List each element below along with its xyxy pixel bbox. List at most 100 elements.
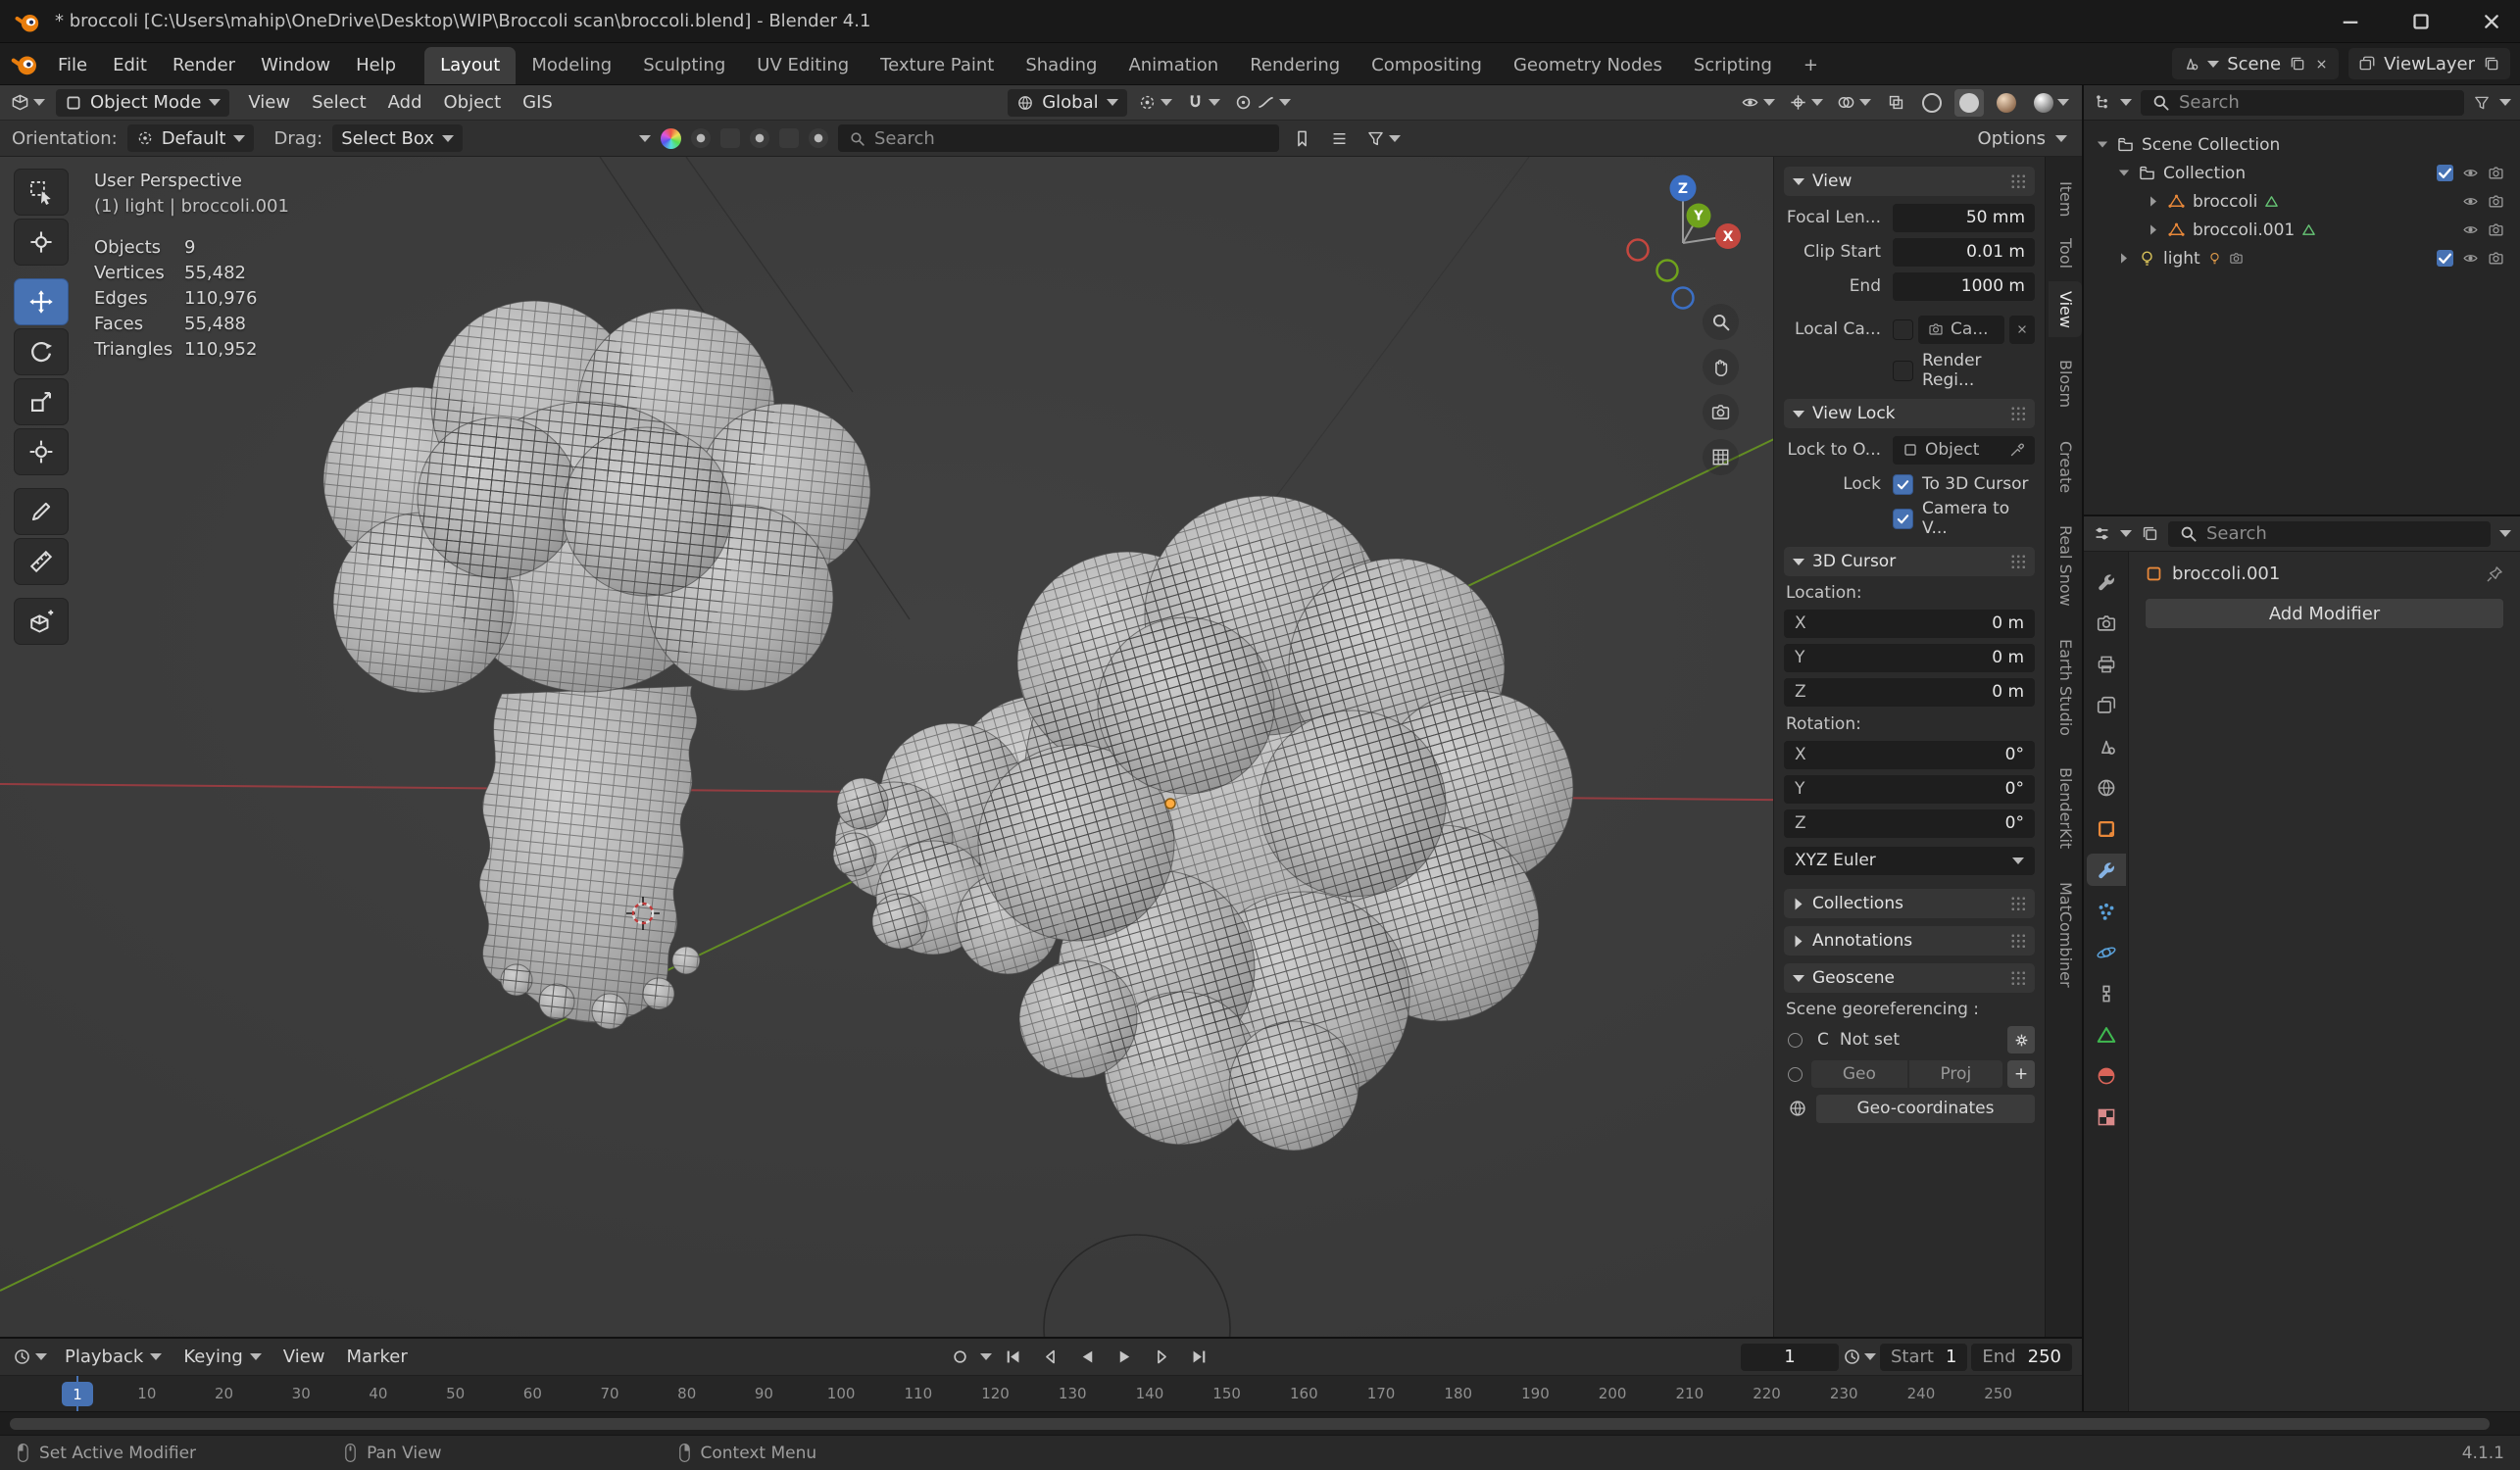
camera-view-button[interactable] [1703,394,1739,430]
add-crs-button[interactable]: + [2007,1060,2035,1088]
outliner-row-broccoli[interactable]: broccoli [2084,187,2514,216]
cursor-section-header[interactable]: 3D Cursor [1784,547,2035,576]
shading-material-button[interactable] [1992,89,2021,117]
shading-solid-button[interactable] [1954,89,1984,117]
asset-search-input[interactable]: Search [838,124,1279,152]
outliner-row-broccoli-001[interactable]: broccoli.001 [2084,216,2514,244]
chevron-down-icon[interactable] [2120,99,2132,106]
shading-preset-3-icon[interactable] [750,128,769,148]
tool-scale[interactable] [14,378,69,425]
timeline-menu-playback[interactable]: Playback [54,1343,173,1371]
cursor-loc-y-field[interactable]: Y0 m [1784,644,2035,672]
zoom-button[interactable] [1703,304,1739,340]
cursor-rot-y-field[interactable]: Y0° [1784,775,2035,804]
auto-keying-button[interactable] [943,1344,976,1371]
menu-file[interactable]: File [45,48,100,82]
euler-mode-dropdown[interactable]: XYZ Euler [1784,847,2035,875]
geoscene-header[interactable]: Geoscene [1784,963,2035,993]
outliner-row-collection[interactable]: Collection [2084,159,2514,187]
timecode-button[interactable] [1843,1344,1876,1371]
tool-rotate[interactable] [14,328,69,375]
properties-editor-icon[interactable] [2093,524,2111,543]
properties-tab-world[interactable] [2087,771,2126,804]
sidebar-tab-blosm[interactable]: Blosm [2049,350,2082,417]
properties-tab-material[interactable] [2087,1059,2126,1092]
crs-radio[interactable] [1788,1033,1803,1048]
workspace-tab-[interactable]: + [1788,47,1834,84]
focal-length-field[interactable]: 50 mm [1893,204,2035,232]
axis-neg-y[interactable] [1657,261,1678,281]
pivot-point-button[interactable] [1135,89,1175,117]
workspace-tab-geometry-nodes[interactable]: Geometry Nodes [1498,47,1678,84]
outliner-search-input[interactable]: Search [2141,90,2464,116]
local-camera-checkbox[interactable] [1893,319,1913,340]
render-visibility-icon[interactable] [2488,193,2504,210]
jump-to-start-button[interactable] [996,1344,1029,1371]
hide-eye-icon[interactable] [2462,165,2479,181]
hide-eye-icon[interactable] [2462,193,2479,210]
horizontal-scrollbar[interactable] [10,1418,2490,1430]
tool-cursor[interactable] [14,219,69,266]
proj-button[interactable]: Proj [1909,1060,2002,1088]
blender-menu-icon[interactable] [10,49,39,78]
properties-tab-particles[interactable] [2087,895,2126,927]
cursor-loc-z-field[interactable]: Z0 m [1784,678,2035,707]
properties-search-input[interactable]: Search [2168,521,2491,547]
workspace-tab-shading[interactable]: Shading [1010,47,1112,84]
workspace-tab-uv-editing[interactable]: UV Editing [741,47,865,84]
viewlayer-selector[interactable]: ViewLayer [2348,48,2510,79]
workspace-tab-compositing[interactable]: Compositing [1356,47,1498,84]
tool-add-cube[interactable] [14,598,69,645]
transform-orientation-dropdown[interactable]: Global [1008,89,1126,117]
lock-3d-cursor-checkbox[interactable] [1893,474,1913,495]
properties-tab-texture[interactable] [2087,1101,2126,1133]
chevron-down-icon[interactable] [2499,99,2511,106]
end-frame-field[interactable]: End250 [1971,1344,2072,1371]
workspace-tab-rendering[interactable]: Rendering [1234,47,1356,84]
show-gizmo-button[interactable] [1786,89,1826,117]
navigation-gizmo[interactable]: Z Y X [1615,167,1753,314]
annotations-header[interactable]: Annotations [1784,926,2035,956]
exclude-checkbox[interactable] [2437,250,2453,267]
tool-move[interactable] [14,278,69,325]
sidebar-tab-item[interactable]: Item [2049,172,2082,226]
current-frame-field[interactable]: 1 [1741,1344,1839,1371]
properties-tab-object-data[interactable] [2087,1018,2126,1051]
render-visibility-icon[interactable] [2488,250,2504,267]
asset-chevron-icon[interactable] [639,135,651,142]
menu-render[interactable]: Render [160,48,248,82]
filter-button[interactable] [1363,124,1404,152]
sidebar-tab-matcombiner[interactable]: MatCombiner [2049,872,2082,998]
view-lock-header[interactable]: View Lock [1784,399,2035,428]
mode-dropdown[interactable]: Object Mode [56,89,229,117]
axis-neg-z[interactable] [1673,288,1694,309]
shading-preset-2-icon[interactable] [720,128,740,148]
properties-tab-constraints[interactable] [2087,977,2126,1009]
play-reverse-button[interactable] [1070,1344,1104,1371]
hide-eye-icon[interactable] [2462,221,2479,238]
filter-icon[interactable] [2473,94,2491,112]
view-section-header[interactable]: View [1784,167,2035,196]
viewport-menu-object[interactable]: Object [433,88,513,117]
cursor-loc-x-field[interactable]: X0 m [1784,610,2035,638]
maximize-button[interactable] [2393,0,2449,43]
eyedropper-icon[interactable] [2009,442,2025,458]
timeline-menu-marker[interactable]: Marker [336,1343,419,1371]
viewport-menu-add[interactable]: Add [377,88,433,117]
menu-help[interactable]: Help [343,48,409,82]
xray-toggle-button[interactable] [1882,89,1909,117]
shading-preset-1-icon[interactable] [691,128,711,148]
cursor-rot-x-field[interactable]: X0° [1784,741,2035,769]
shading-preset-5-icon[interactable] [809,128,828,148]
axis-neg-x[interactable] [1628,240,1649,261]
pin-icon[interactable] [2486,564,2504,583]
blender-logo-icon[interactable] [14,8,41,35]
properties-tab-modifiers[interactable] [2087,854,2126,886]
workspace-tab-texture-paint[interactable]: Texture Paint [865,47,1010,84]
tool-tweak-select[interactable] [14,169,69,216]
workspace-tab-modeling[interactable]: Modeling [516,47,627,84]
workspace-tab-sculpting[interactable]: Sculpting [627,47,741,84]
render-visibility-icon[interactable] [2488,165,2504,181]
clip-end-field[interactable]: 1000 m [1893,272,2035,301]
geo-button[interactable]: Geo [1811,1060,1907,1088]
